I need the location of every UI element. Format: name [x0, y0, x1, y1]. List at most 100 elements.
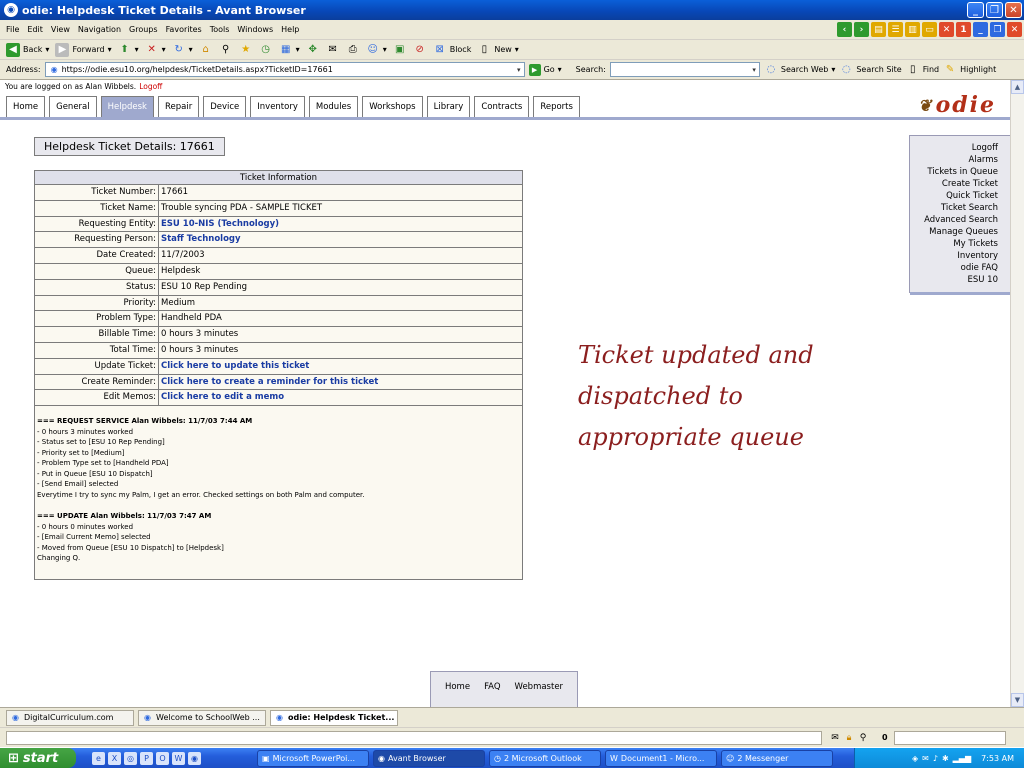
browser-tab-active[interactable]: ◉ odie: Helpdesk Ticket...: [270, 709, 398, 726]
browser-tab[interactable]: ◉ Welcome to SchoolWeb ...: [138, 709, 266, 726]
child-close-icon[interactable]: ✕: [1007, 22, 1022, 37]
maximize-button[interactable]: ❐: [986, 2, 1003, 18]
tile-vertical-icon[interactable]: ▥: [905, 22, 920, 37]
menu-favorites[interactable]: Favorites: [166, 25, 202, 34]
tray-bluetooth-icon[interactable]: ✱: [942, 754, 949, 763]
requesting-person-link[interactable]: Staff Technology: [159, 232, 522, 248]
edit-memo-link[interactable]: Click here to edit a memo: [159, 390, 522, 406]
mail-button[interactable]: ✉: [326, 43, 340, 57]
address-dropdown-icon[interactable]: ▾: [517, 66, 524, 74]
tab-repair[interactable]: Repair: [157, 96, 200, 117]
tray-network-icon[interactable]: ◈: [912, 754, 918, 763]
start-button[interactable]: ⊞ start: [0, 748, 76, 768]
side-menu-manage-queues[interactable]: Manage Queues: [910, 226, 998, 238]
search-button[interactable]: ⚲: [219, 43, 233, 57]
menu-view[interactable]: View: [51, 25, 70, 34]
tools-button[interactable]: ✥: [306, 43, 320, 57]
go-button[interactable]: ▶ Go ▾: [528, 63, 562, 76]
side-menu-tickets-in-queue[interactable]: Tickets in Queue: [910, 166, 998, 178]
side-menu-inventory[interactable]: Inventory: [910, 250, 998, 262]
search-dropdown-icon[interactable]: ▾: [752, 66, 759, 74]
forward-button[interactable]: ▶ Forward ▾: [55, 42, 112, 57]
quicklaunch-excel-icon[interactable]: X: [108, 751, 121, 765]
footer-faq-link[interactable]: FAQ: [484, 682, 500, 707]
tray-signal-icon[interactable]: ▂▄▆: [953, 754, 971, 763]
footer-webmaster-link[interactable]: Webmaster: [515, 682, 564, 707]
vertical-scrollbar[interactable]: ▲ ▼: [1010, 80, 1024, 707]
tray-volume-icon[interactable]: ♪: [933, 754, 938, 763]
prev-window-icon[interactable]: ‹: [837, 22, 852, 37]
one-window-icon[interactable]: 1: [956, 22, 971, 37]
tile-horizontal-icon[interactable]: ☰: [888, 22, 903, 37]
search-site-button[interactable]: ◌ Search Site: [839, 63, 902, 77]
scroll-down-icon[interactable]: ▼: [1011, 693, 1024, 707]
tab-general[interactable]: General: [49, 96, 97, 117]
popup-blocker-icon[interactable]: ✉: [828, 731, 842, 745]
task-powerpoint[interactable]: ▣ Microsoft PowerPoi...: [257, 749, 369, 767]
tab-contracts[interactable]: Contracts: [474, 96, 530, 117]
menu-windows[interactable]: Windows: [237, 25, 273, 34]
tab-inventory[interactable]: Inventory: [250, 96, 305, 117]
tray-mail-icon[interactable]: ✉: [922, 754, 929, 763]
child-restore-icon[interactable]: ❐: [990, 22, 1005, 37]
browser-tab[interactable]: ◉ DigitalCurriculum.com: [6, 709, 134, 726]
logoff-link[interactable]: Logoff: [139, 82, 162, 91]
tab-library[interactable]: Library: [426, 96, 471, 117]
restore-all-icon[interactable]: ▭: [922, 22, 937, 37]
print-button[interactable]: ⎙: [346, 43, 360, 57]
block-button[interactable]: ⊠ Block: [433, 43, 472, 57]
up-button[interactable]: ⬆ ▾: [118, 43, 138, 57]
close-button[interactable]: ✕: [1005, 2, 1022, 18]
tab-helpdesk[interactable]: Helpdesk: [100, 96, 154, 117]
task-word[interactable]: W Document1 - Micro...: [605, 749, 717, 767]
tab-workshops[interactable]: Workshops: [362, 96, 423, 117]
tab-device[interactable]: Device: [203, 96, 247, 117]
home-button[interactable]: ⌂: [199, 43, 213, 57]
side-menu-my-tickets[interactable]: My Tickets: [910, 238, 998, 250]
side-menu-odie-faq[interactable]: odie FAQ: [910, 262, 998, 274]
search-input[interactable]: ▾: [609, 62, 760, 77]
tray-clock[interactable]: 7:53 AM: [981, 754, 1014, 763]
cascade-icon[interactable]: ▤: [871, 22, 886, 37]
scroll-up-icon[interactable]: ▲: [1011, 80, 1024, 94]
side-menu-alarms[interactable]: Alarms: [910, 154, 998, 166]
side-menu-ticket-search[interactable]: Ticket Search: [910, 202, 998, 214]
find-button[interactable]: ▯ Find: [906, 63, 939, 77]
footer-home-link[interactable]: Home: [445, 682, 470, 707]
menu-groups[interactable]: Groups: [129, 25, 158, 34]
requesting-entity-link[interactable]: ESU 10-NIS (Technology): [159, 216, 522, 232]
zoom-icon[interactable]: ⚲: [856, 731, 870, 745]
quicklaunch-avant-icon[interactable]: ◉: [188, 751, 201, 765]
child-minimize-icon[interactable]: _: [973, 22, 988, 37]
back-button[interactable]: ◀ Back ▾: [6, 42, 49, 57]
create-reminder-link[interactable]: Click here to create a reminder for this…: [159, 374, 522, 390]
minimize-button[interactable]: _: [967, 2, 984, 18]
menu-help[interactable]: Help: [281, 25, 299, 34]
address-input[interactable]: ◉ https://odie.esu10.org/helpdesk/Ticket…: [44, 62, 525, 77]
task-messenger[interactable]: ☺ 2 Messenger: [721, 749, 833, 767]
update-ticket-link[interactable]: Click here to update this ticket: [159, 358, 522, 374]
image-button[interactable]: ▣: [393, 43, 407, 57]
side-menu-quick-ticket[interactable]: Quick Ticket: [910, 190, 998, 202]
new-button[interactable]: ▯ New ▾: [477, 43, 519, 57]
task-avant-browser[interactable]: ◉ Avant Browser: [373, 749, 485, 767]
side-menu-logoff[interactable]: Logoff: [910, 142, 998, 154]
next-window-icon[interactable]: ›: [854, 22, 869, 37]
side-menu-esu10[interactable]: ESU 10: [910, 274, 998, 286]
stop-button[interactable]: ✕ ▾: [145, 43, 165, 57]
favorites-button[interactable]: ★: [239, 43, 253, 57]
quicklaunch-outlook-icon[interactable]: O: [156, 751, 169, 765]
groups-button[interactable]: ▦ ▾: [279, 43, 300, 57]
task-outlook[interactable]: ◷ 2 Microsoft Outlook: [489, 749, 601, 767]
side-menu-advanced-search[interactable]: Advanced Search: [910, 214, 998, 226]
block-popup-button[interactable]: ⊘: [413, 43, 427, 57]
close-all-icon[interactable]: ✕: [939, 22, 954, 37]
quicklaunch-ie-icon[interactable]: e: [92, 751, 105, 765]
menu-navigation[interactable]: Navigation: [78, 25, 121, 34]
menu-edit[interactable]: Edit: [27, 25, 43, 34]
quicklaunch-powerpoint-icon[interactable]: P: [140, 751, 153, 765]
tab-reports[interactable]: Reports: [533, 96, 580, 117]
quicklaunch-word-icon[interactable]: W: [172, 751, 185, 765]
quicklaunch-browser-icon[interactable]: ◎: [124, 751, 137, 765]
refresh-button[interactable]: ↻ ▾: [172, 43, 192, 57]
